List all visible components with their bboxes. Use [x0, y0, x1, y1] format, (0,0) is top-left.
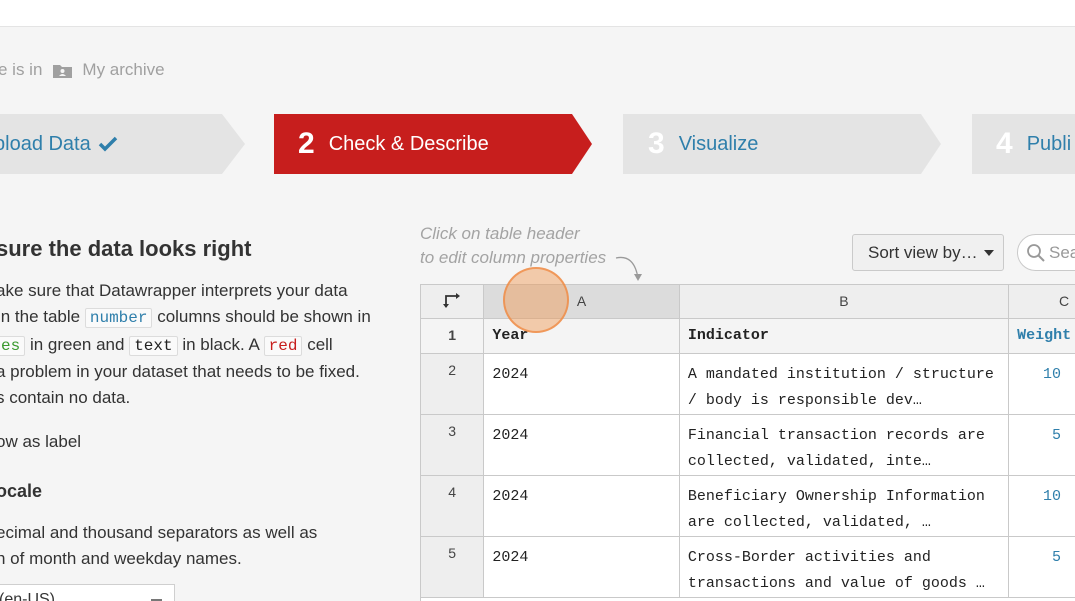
instructions-line: ake sure that Datawrapper interprets you…: [0, 281, 348, 300]
first-row-as-label-option[interactable]: ow as label: [0, 432, 81, 452]
folder-user-icon: [53, 64, 73, 78]
code-text: text: [129, 335, 178, 356]
top-bar: [0, 0, 1075, 27]
step-label: Publi: [1026, 132, 1072, 155]
transpose-icon: [443, 292, 461, 308]
text-fragment: in green and: [29, 334, 125, 354]
table-cell[interactable]: Weight: [1008, 318, 1075, 354]
locale-description-line: ecimal and thousand separators as well a…: [0, 523, 318, 542]
archive-link[interactable]: My archive: [82, 60, 164, 80]
step-check-describe[interactable]: 2 Check & Describe: [274, 114, 594, 174]
locale-description-line: n of month and weekday names.: [0, 549, 242, 568]
column-header-c[interactable]: C: [1008, 285, 1075, 319]
table-cell[interactable]: 2024: [483, 536, 680, 598]
cell-line: / body is responsible dev…: [687, 391, 922, 409]
code-number: number: [84, 308, 153, 329]
breadcrumb: e is in My archive: [0, 60, 165, 80]
hint-line: Click on table header: [420, 224, 580, 243]
data-table: A B C 1 Year Indicator Weight 2 2024 A m…: [420, 284, 1075, 601]
cell-line: collected, validated, inte…: [687, 452, 931, 470]
locale-select-value: (en-US): [0, 591, 56, 601]
text-fragment: columns should be shown in: [157, 307, 371, 327]
text-fragment: cell: [307, 334, 333, 354]
table-cell[interactable]: Beneficiary Ownership Information are col…: [679, 475, 1010, 537]
table-row: 2 2024 A mandated institution / structur…: [421, 353, 1075, 415]
cell-line: Cross-Border activities and: [687, 548, 931, 566]
instructions-line: s contain no data.: [0, 388, 131, 408]
section-heading: sure the data looks right: [0, 236, 252, 261]
table-cell[interactable]: 10: [1008, 353, 1075, 415]
table-cell[interactable]: 2024: [483, 414, 680, 476]
click-indicator: [503, 267, 569, 333]
code-red: red: [263, 335, 303, 356]
locale-description: ecimal and thousand separators as well a…: [0, 520, 317, 572]
row-number: 2: [421, 353, 485, 415]
sort-view-button[interactable]: Sort view by…: [852, 234, 1004, 271]
code-dates: es: [0, 335, 26, 356]
search-input[interactable]: Sea: [1017, 234, 1075, 271]
cell-line: Beneficiary Ownership Information: [687, 487, 985, 505]
step-upload-data[interactable]: pload Data: [0, 114, 245, 174]
instructions-line: es in green and text in black. A red cel…: [0, 332, 406, 359]
step-label: Check & Describe: [328, 132, 489, 155]
table-cell[interactable]: 2024: [483, 475, 680, 537]
text-fragment: In the table: [0, 307, 81, 327]
table-header-hint: Click on table header to edit column pro…: [420, 222, 606, 270]
instructions-text: ake sure that Datawrapper interprets you…: [0, 278, 406, 411]
step-number: 3: [648, 127, 665, 160]
step-label: pload Data: [0, 132, 91, 155]
table-cell[interactable]: Cross-Border activities and transactions …: [679, 536, 1010, 598]
breadcrumb-prefix: e is in: [0, 60, 43, 79]
step-number: 2: [298, 127, 315, 160]
transpose-button[interactable]: [421, 285, 485, 319]
row-number: 1: [421, 318, 485, 354]
table-cell[interactable]: Indicator: [679, 318, 1010, 354]
table-row: 5 2024 Cross-Border activities and transa…: [421, 536, 1075, 598]
cell-line: transactions and value of goods …: [687, 574, 985, 592]
search-placeholder: Sea: [1049, 242, 1075, 262]
table-row: 3 2024 Financial transaction records are…: [421, 414, 1075, 476]
instructions-line: a problem in your dataset that needs to …: [0, 361, 360, 381]
curved-arrow-icon: [615, 256, 642, 281]
caret-down-icon: [983, 249, 994, 256]
locale-heading: ocale: [0, 481, 43, 501]
text-fragment: in black. A: [182, 334, 259, 354]
step-publish[interactable]: 4 Publi: [972, 114, 1075, 174]
table-cell[interactable]: 2024: [483, 353, 680, 415]
cell-line: A mandated institution / structure: [687, 365, 994, 383]
table-cell[interactable]: 10: [1008, 475, 1075, 537]
sort-view-label: Sort view by…: [868, 242, 978, 262]
step-visualize[interactable]: 3 Visualize: [623, 114, 943, 174]
cell-line: are collected, validated, …: [687, 513, 931, 531]
table-cell[interactable]: Financial transaction records are collect…: [679, 414, 1010, 476]
table-cell[interactable]: A mandated institution / structure / body…: [679, 353, 1010, 415]
table-cell[interactable]: 5: [1008, 414, 1075, 476]
check-icon: [98, 136, 117, 152]
column-header-b[interactable]: B: [679, 285, 1010, 319]
row-number: 3: [421, 414, 485, 476]
table-row: 4 2024 Beneficiary Ownership Information…: [421, 475, 1075, 537]
row-number: 4: [421, 475, 485, 537]
cell-line: Financial transaction records are: [687, 426, 985, 444]
step-label: Visualize: [678, 132, 759, 155]
instructions-line: In the table number columns should be sh…: [0, 304, 406, 331]
row-number: 5: [421, 536, 485, 598]
hint-line: to edit column properties: [420, 248, 607, 267]
step-number: 4: [996, 127, 1013, 160]
search-icon: [1027, 243, 1045, 262]
table-cell[interactable]: 5: [1008, 536, 1075, 598]
locale-select[interactable]: (en-US): [0, 584, 175, 601]
